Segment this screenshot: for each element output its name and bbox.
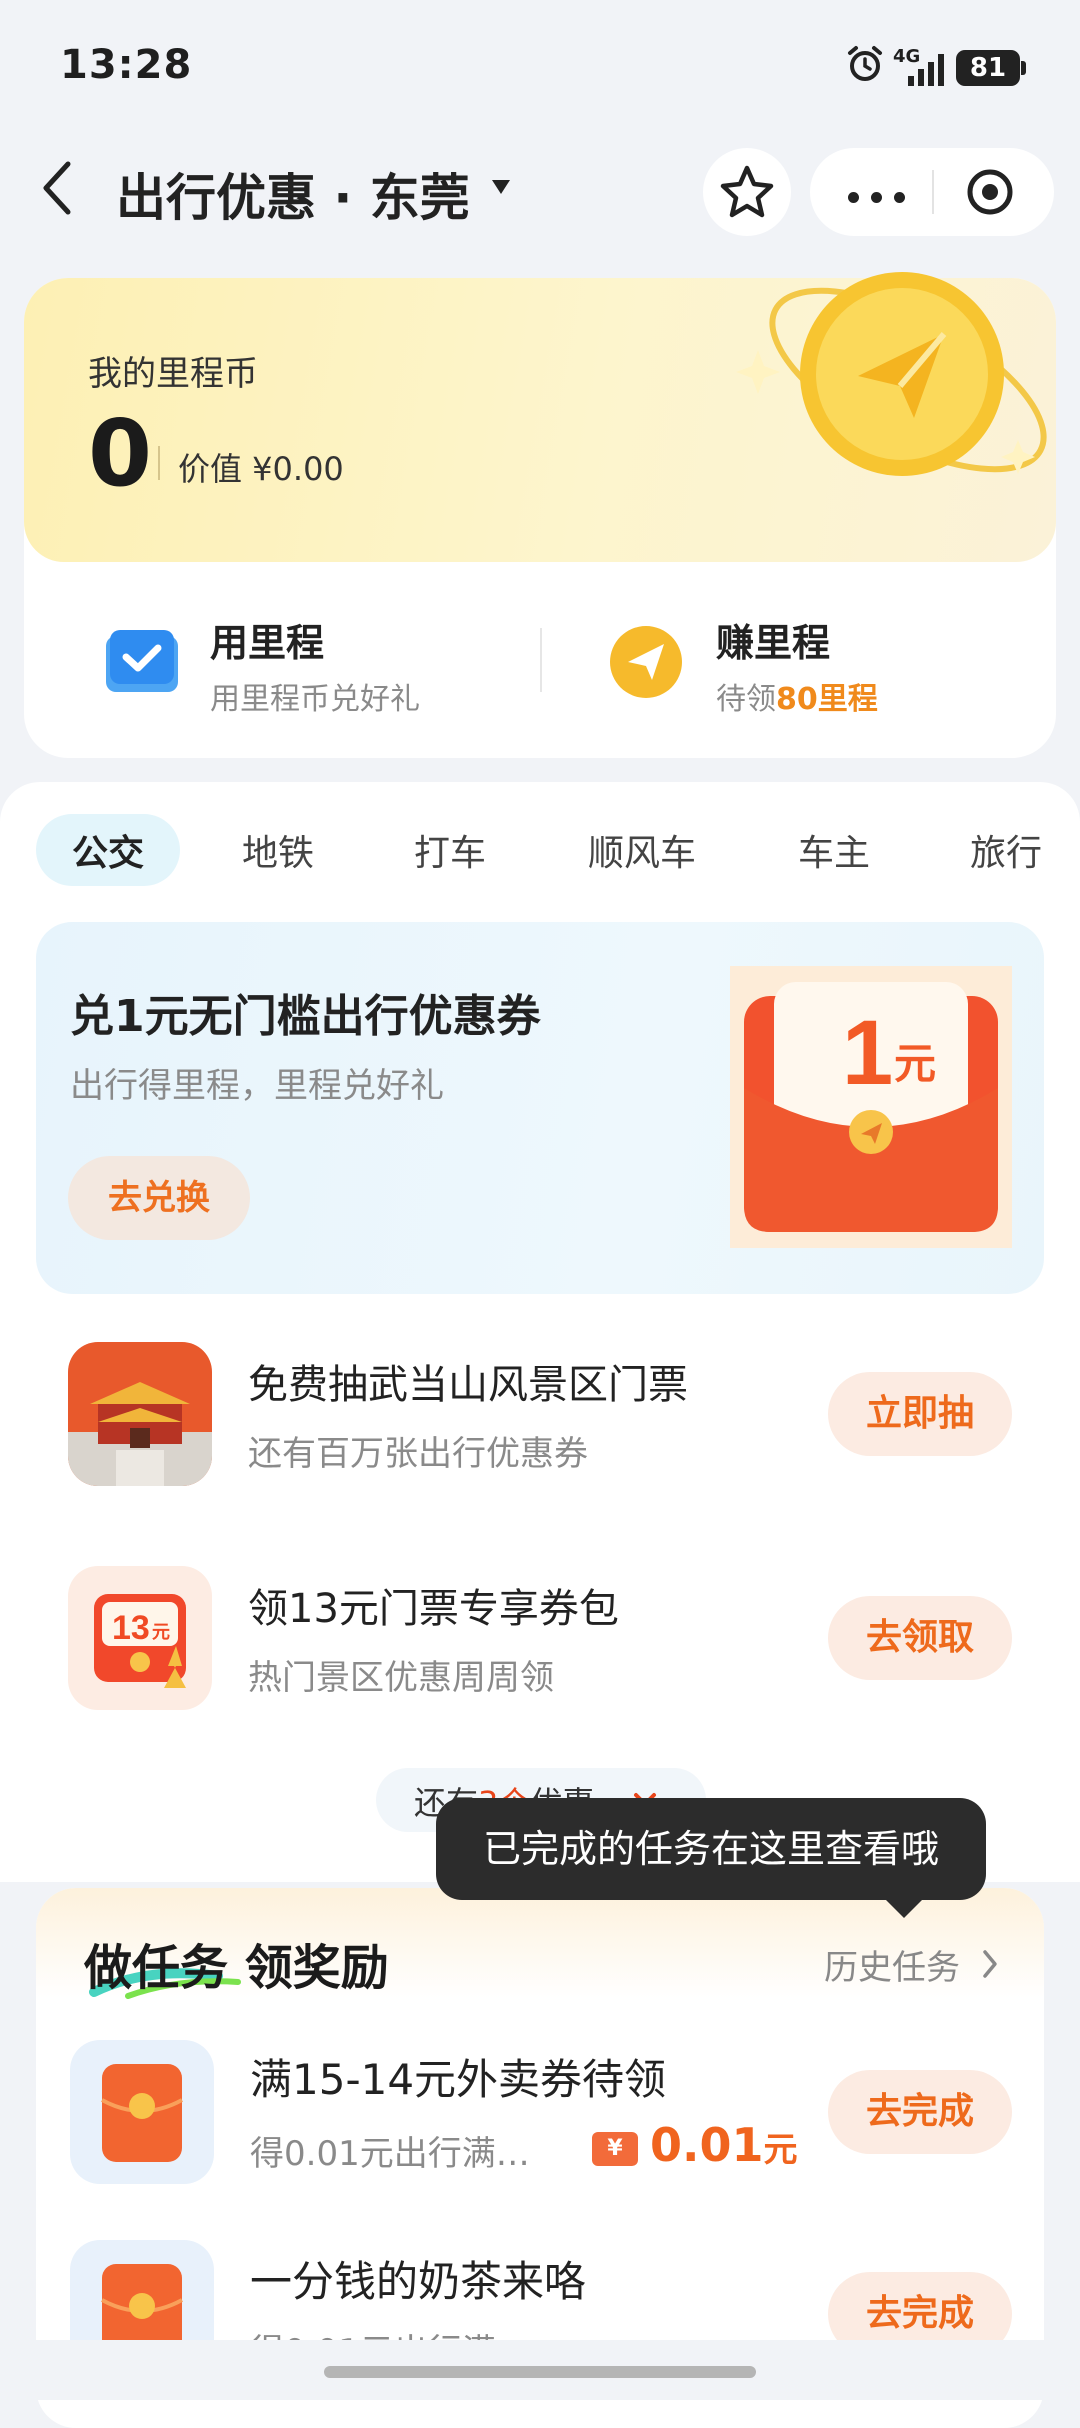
tooltip-tail — [884, 1898, 924, 1918]
history-tasks-link[interactable]: 历史任务 — [824, 1940, 960, 1989]
redeem-button[interactable]: 去兑换 — [68, 1156, 250, 1240]
red-envelope-icon — [70, 2040, 214, 2184]
favorite-button[interactable] — [703, 148, 791, 236]
task-title[interactable]: 满15-14元外卖券待领 — [250, 2046, 666, 2107]
city-dropdown-icon[interactable] — [492, 180, 510, 194]
offer-subtitle: 还有百万张出行优惠券 — [248, 1434, 588, 1474]
tab-travel[interactable]: 旅行 — [970, 824, 1046, 876]
mileage-worth: 价值 ¥0.00 — [178, 450, 344, 488]
earn-subtitle-highlight: 80里程 — [776, 682, 878, 717]
claim-button[interactable]: 去领取 — [828, 1596, 1012, 1680]
star-icon — [720, 165, 774, 218]
use-mileage-subtitle[interactable]: 用里程币兑好礼 — [210, 674, 420, 718]
promo-subtitle: 出行得里程，里程兑好礼 — [70, 1066, 444, 1106]
mileage-actions-divider — [540, 628, 542, 692]
battery-tip — [1021, 61, 1026, 75]
offer-title[interactable]: 领13元门票专享券包 — [248, 1576, 619, 1634]
tab-taxi[interactable]: 打车 — [414, 824, 486, 876]
task-subtitle: 得0.01元出行满… — [250, 2134, 530, 2174]
alarm-icon — [848, 46, 882, 81]
complete-task-button[interactable]: 去完成 — [828, 2070, 1012, 2154]
envelope-unit: 元 — [894, 1039, 936, 1088]
draw-now-button[interactable]: 立即抽 — [828, 1372, 1012, 1456]
history-tooltip: 已完成的任务在这里查看哦 — [436, 1798, 986, 1900]
tab-bus[interactable]: 公交 — [72, 824, 144, 876]
tab-metro[interactable]: 地铁 — [242, 824, 314, 876]
mileage-label: 我的里程币 — [88, 354, 258, 394]
promo-title: 兑1元无门槛出行优惠券 — [70, 991, 541, 1042]
status-time: 13:28 — [60, 42, 193, 88]
ticket-pack-icon: 13 元 — [68, 1566, 212, 1710]
home-indicator[interactable] — [324, 2366, 756, 2378]
earn-mileage-title[interactable]: 赚里程 — [716, 612, 830, 667]
envelope-amount: 1 — [842, 1002, 893, 1104]
capsule-divider — [932, 170, 934, 214]
badge-unit: 元 — [152, 1622, 170, 1643]
page-title[interactable]: 出行优惠 · 东莞 — [116, 158, 470, 230]
ticket-icon: ¥ — [592, 2132, 638, 2166]
mini-program-close-icon[interactable] — [966, 168, 1014, 216]
task-section-title: 做任务 领奖励 — [84, 1940, 389, 1996]
checkmark-card-icon[interactable] — [104, 626, 180, 702]
back-icon[interactable] — [36, 158, 80, 218]
badge-amount: 13 — [112, 1609, 150, 1647]
signal-icon — [908, 54, 944, 86]
paper-plane-icon[interactable] — [608, 624, 684, 700]
reward-unit: 元 — [763, 2130, 798, 2170]
reward-amount: 0.01 — [650, 2118, 764, 2172]
mileage-value: 0 — [88, 400, 153, 507]
use-mileage-title[interactable]: 用里程 — [210, 612, 324, 667]
battery-level: 81 — [956, 50, 1020, 86]
coin-icon — [736, 272, 1047, 476]
offer-title[interactable]: 免费抽武当山风景区门票 — [248, 1352, 688, 1410]
mileage-divider — [158, 446, 160, 480]
task-title[interactable]: 一分钱的奶茶来咯 — [250, 2248, 586, 2309]
more-dots-icon[interactable] — [848, 188, 917, 207]
red-envelope-icon: 1 元 — [730, 966, 1012, 1248]
tab-carpool[interactable]: 顺风车 — [588, 824, 696, 876]
earn-subtitle-prefix: 待领 — [716, 682, 776, 717]
earn-mileage-subtitle[interactable]: 待领80里程 — [716, 674, 878, 718]
tab-car-owner[interactable]: 车主 — [798, 824, 870, 876]
chevron-right-icon[interactable] — [980, 1948, 1000, 1980]
palace-icon — [68, 1342, 212, 1486]
offer-subtitle: 热门景区优惠周周领 — [248, 1658, 554, 1698]
task-reward: 0.01元 — [650, 2118, 798, 2172]
